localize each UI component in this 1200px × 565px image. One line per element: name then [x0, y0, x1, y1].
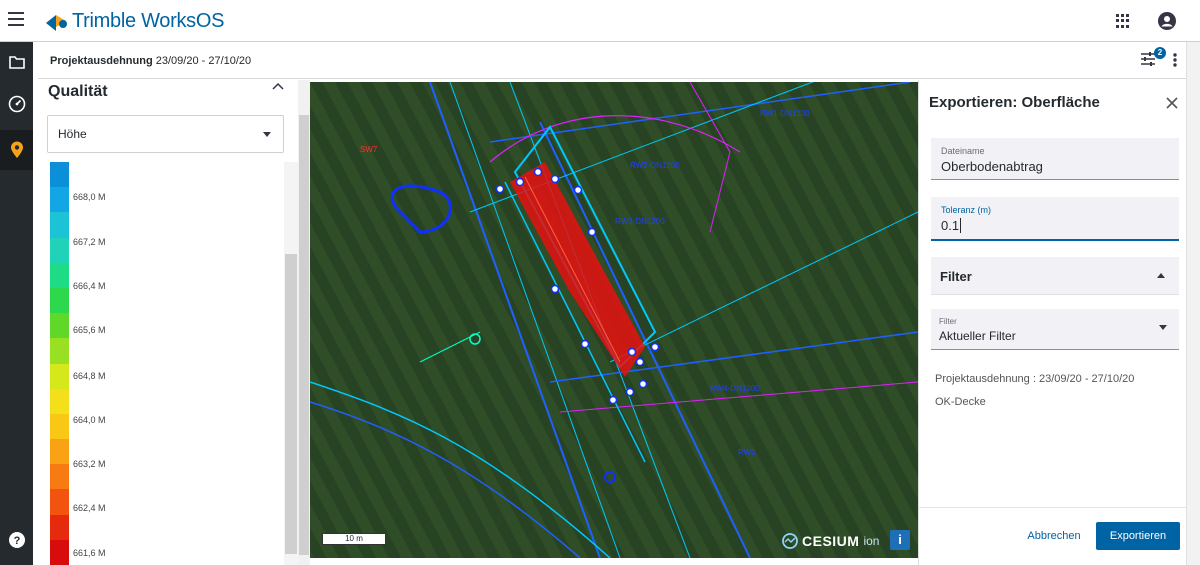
project-label: Projektausdehnung — [50, 55, 153, 67]
svg-text:?: ? — [13, 535, 20, 547]
close-icon[interactable] — [1166, 97, 1178, 109]
color-bar-segment — [50, 464, 69, 490]
app-logo[interactable]: Trimble WorksOS — [44, 9, 224, 33]
sidebar-item-help[interactable]: ? — [0, 520, 33, 560]
filename-label: Dateiname — [941, 146, 985, 156]
color-bar-segment — [50, 363, 69, 390]
export-panel-title: Exportieren: Oberfläche — [929, 94, 1100, 111]
filename-field[interactable]: Dateiname Oberbodenabtrag — [931, 138, 1179, 180]
scale-label: 662,4 M — [73, 503, 106, 513]
elevation-scale: 668,0 M 667,2 M 666,4 M 665,6 M 664,8 M … — [38, 162, 284, 565]
cesium-logo-icon — [782, 533, 798, 549]
panel-scrollbar[interactable] — [298, 80, 310, 565]
panel-scroll-thumb[interactable] — [299, 115, 309, 555]
page-scrollbar[interactable] — [1186, 42, 1200, 565]
quality-type-select[interactable]: Höhe — [47, 115, 284, 153]
color-bar-segment — [50, 313, 69, 339]
scale-label: 664,0 M — [73, 415, 106, 425]
scale-label: 663,2 M — [73, 459, 106, 469]
map-info-button[interactable]: i — [890, 530, 910, 550]
hamburger-menu-icon[interactable] — [8, 12, 24, 26]
map-annotation: RW1-DN1200 — [760, 109, 810, 118]
scale-label: 667,2 M — [73, 237, 106, 247]
filter-count-badge: 2 — [1154, 47, 1166, 59]
export-project-extent: Projektausdehnung : 23/09/20 - 27/10/20 — [935, 373, 1135, 385]
project-dates: 23/09/20 - 27/10/20 — [155, 55, 252, 67]
legend-scroll-thumb[interactable] — [285, 254, 297, 554]
map-annotation: RW2-DN1200 — [630, 161, 680, 170]
color-bar-segment — [50, 514, 69, 541]
collapse-caret-up-icon — [1157, 273, 1165, 278]
tolerance-value: 0.1 — [941, 218, 962, 233]
cesium-ion-text: ion — [863, 534, 880, 548]
filter-select[interactable]: Filter Aktueller Filter — [931, 309, 1179, 350]
filter-section-header[interactable]: Filter — [931, 257, 1179, 295]
map-pin-icon — [10, 141, 23, 158]
filter-select-value: Aktueller Filter — [939, 329, 1016, 343]
sidebar-item-dashboard[interactable] — [0, 84, 33, 124]
sidebar-item-map[interactable] — [0, 130, 33, 170]
color-bar-segment — [50, 187, 69, 213]
user-account-icon[interactable] — [1158, 12, 1176, 30]
dashboard-gauge-icon — [8, 95, 25, 113]
cesium-attribution[interactable]: CESIUM ion — [782, 533, 879, 549]
color-bar-segment — [50, 413, 69, 440]
map-view[interactable]: SW7 RW2-DN1200 RW3-DN1200 RW1-DN1200 RW4… — [310, 82, 918, 558]
filter-settings-button[interactable]: 2 — [1140, 47, 1166, 69]
cancel-button[interactable]: Abbrechen — [1019, 522, 1089, 550]
elevation-color-bar — [50, 162, 69, 565]
color-bar-segment — [50, 439, 69, 465]
map-annotation: RW5 — [738, 448, 756, 457]
legend-scrollbar[interactable] — [284, 162, 298, 565]
filter-section-title: Filter — [940, 269, 972, 284]
tolerance-field[interactable]: Toleranz (m) 0.1 — [931, 197, 1179, 241]
map-annotation: SW7 — [360, 145, 378, 154]
color-bar-segment — [50, 539, 69, 565]
project-subheader: Projektausdehnung 23/09/20 - 27/10/20 2 — [38, 43, 1186, 79]
more-vert-icon[interactable] — [1172, 52, 1178, 68]
cesium-text: CESIUM — [802, 533, 860, 549]
dropdown-caret-icon — [263, 132, 271, 137]
color-bar-segment — [50, 338, 69, 364]
top-app-bar: Trimble WorksOS — [0, 0, 1200, 42]
help-icon: ? — [8, 532, 25, 548]
scale-label: 661,6 M — [73, 548, 106, 558]
scale-label: 664,8 M — [73, 371, 106, 381]
color-bar-segment — [50, 237, 69, 264]
map-scale-bar: 10 m — [322, 533, 386, 545]
color-bar-segment — [50, 287, 69, 314]
collapse-chevron-up-icon[interactable] — [272, 82, 284, 90]
legend-title: Qualität — [48, 83, 108, 100]
map-annotation: RW3-DN1200 — [615, 217, 665, 226]
scale-label: 665,6 M — [73, 325, 106, 335]
dropdown-caret-icon — [1159, 325, 1167, 330]
quality-type-value: Höhe — [58, 127, 87, 141]
trimble-logo-icon — [44, 11, 70, 31]
export-panel-footer: Abbrechen Exportieren — [919, 507, 1187, 565]
left-nav-sidebar: ? — [0, 42, 33, 565]
color-bar-segment — [50, 212, 69, 239]
color-bar-segment — [50, 162, 69, 188]
color-bar-segment — [50, 262, 69, 289]
color-bar-segment — [50, 489, 69, 516]
export-surface-panel: Exportieren: Oberfläche Dateiname Oberbo… — [918, 80, 1187, 565]
export-layer-name: OK-Decke — [935, 396, 986, 408]
map-canvas[interactable]: SW7 RW2-DN1200 RW3-DN1200 RW1-DN1200 RW4… — [310, 82, 918, 558]
tolerance-label: Toleranz (m) — [941, 205, 992, 215]
scale-label: 666,4 M — [73, 281, 106, 291]
app-name: Trimble WorksOS — [72, 9, 225, 32]
filter-select-label: Filter — [939, 317, 957, 326]
app-switcher-grid-icon[interactable] — [1116, 14, 1130, 28]
color-bar-segment — [50, 388, 69, 415]
scale-label: 668,0 M — [73, 192, 106, 202]
export-button[interactable]: Exportieren — [1096, 522, 1180, 550]
legend-panel: Qualität Höhe 668,0 M 667,2 M 666,4 M 66… — [38, 80, 298, 565]
project-extent: Projektausdehnung 23/09/20 - 27/10/20 — [50, 55, 251, 67]
sidebar-item-projects[interactable] — [0, 42, 33, 82]
map-annotation: RW4-DN1200 — [710, 384, 760, 393]
filename-value: Oberbodenabtrag — [941, 159, 1043, 174]
folder-icon — [8, 56, 25, 69]
